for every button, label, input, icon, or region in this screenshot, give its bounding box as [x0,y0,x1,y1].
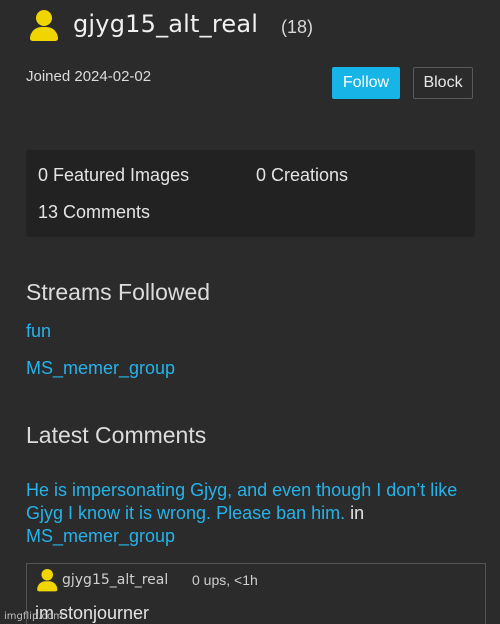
featured-images-count[interactable]: 0 Featured Images [38,165,189,186]
streams-followed-heading: Streams Followed [26,279,211,305]
latest-comments-heading: Latest Comments [26,422,207,448]
avatar-body [37,581,58,592]
comments-count[interactable]: 13 Comments [38,202,150,223]
comment-author[interactable]: gjyg15_alt_real [62,572,168,588]
comment-stream-link[interactable]: MS_memer_group [26,526,175,546]
stream-link-ms-memer-group[interactable]: MS_memer_group [26,358,175,379]
comment-meta: 0 ups, <1h [192,572,258,588]
avatar-body [30,27,58,41]
user-avatar-icon[interactable] [35,569,58,592]
avatar-head [41,569,53,581]
joined-date: Joined 2024-02-02 [26,68,152,85]
stats-panel: 0 Featured Images 0 Creations 13 Comment… [26,150,475,237]
follow-button[interactable]: Follow [332,67,400,99]
comment-card: gjyg15_alt_real 0 ups, <1h im stonjourne… [26,563,486,624]
creations-count[interactable]: 0 Creations [256,165,348,186]
comment-link[interactable]: He is impersonating Gjyg, and even thoug… [26,480,457,523]
imgflip-watermark: imgflip.com [4,611,63,622]
block-button[interactable]: Block [413,67,473,99]
user-avatar-icon[interactable] [27,10,59,42]
avatar-head [36,10,52,26]
stream-link-fun[interactable]: fun [26,321,51,342]
profile-points: (18) [281,17,314,37]
profile-username: gjyg15_alt_real [73,10,259,38]
comment-in-label: in [350,503,365,523]
latest-comment: He is impersonating Gjyg, and even thoug… [26,479,476,548]
